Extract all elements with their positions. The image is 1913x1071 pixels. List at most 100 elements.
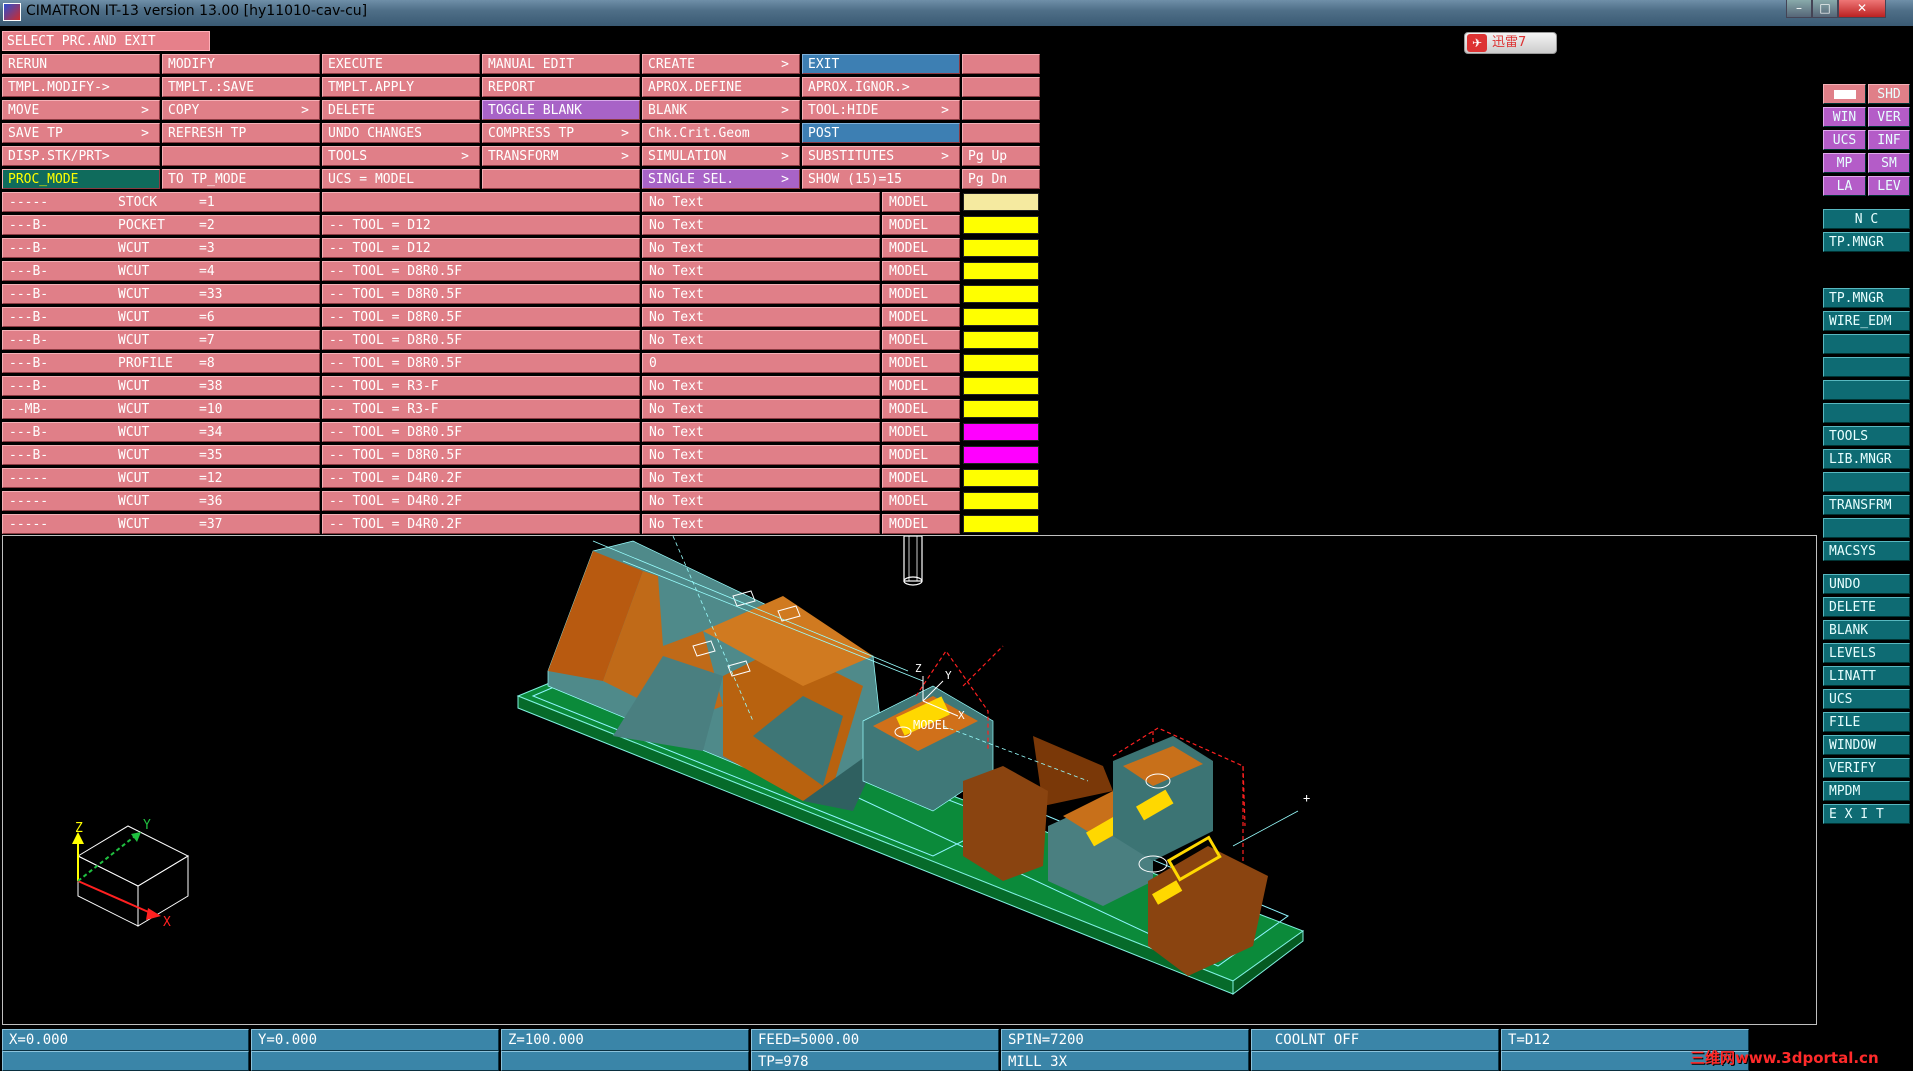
ver-button[interactable]: VER [1868,107,1910,127]
win-button[interactable]: WIN [1823,107,1866,127]
tp-mngr-button[interactable]: TP.MNGR [1823,232,1910,252]
procedure-row[interactable]: --MB- WCUT =10 [2,399,320,419]
procedure-color-swatch[interactable] [963,262,1039,280]
delete-panel-button[interactable]: DELETE [1823,597,1910,617]
procedure-row[interactable]: ----- STOCK =1 [2,192,320,212]
tp-mngr-button-2[interactable]: TP.MNGR [1823,288,1910,308]
move-button[interactable]: MOVE > [2,100,160,120]
to-tp-mode-button[interactable]: TO TP_MODE [162,169,320,189]
create-button[interactable]: CREATE > [642,54,800,74]
procedure-row[interactable]: ---B- WCUT =3 [2,238,320,258]
minimize-button[interactable]: – [1786,0,1812,18]
mp-button[interactable]: MP [1823,153,1866,173]
procedure-row[interactable]: ----- WCUT =12 [2,468,320,488]
execute-button[interactable]: EXECUTE [322,54,480,74]
tmplt-apply-button[interactable]: TMPLT.APPLY [322,77,480,97]
linatt-button[interactable]: LINATT [1823,666,1910,686]
tool-hide-button[interactable]: TOOL:HIDE > [802,100,960,120]
procedure-color-swatch[interactable] [963,354,1039,372]
la-button[interactable]: LA [1823,176,1866,196]
modify-button[interactable]: MODIFY [162,54,320,74]
disp-stk-prt-button[interactable]: DISP.STK/PRT> [2,146,160,166]
maximize-button[interactable]: □ [1812,0,1838,18]
procedure-color-swatch[interactable] [963,377,1039,395]
copy-button[interactable]: COPY > [162,100,320,120]
procedure-color-swatch[interactable] [963,469,1039,487]
toggle-blank-button[interactable]: TOGGLE BLANK [482,100,640,120]
lev-button[interactable]: LEV [1868,176,1910,196]
procedure-color-swatch[interactable] [963,515,1039,533]
shd-button[interactable]: SHD [1868,84,1910,104]
undo-button[interactable]: UNDO [1823,574,1910,594]
exit-panel-button[interactable]: E X I T [1823,804,1910,824]
procedure-color-swatch[interactable] [963,446,1039,464]
window-button[interactable]: WINDOW [1823,735,1910,755]
refresh-tp-button[interactable]: REFRESH TP [162,123,320,143]
procedure-row[interactable]: ---B- PROFILE =8 [2,353,320,373]
procedure-row[interactable]: ---B- WCUT =38 [2,376,320,396]
procedure-row[interactable]: ---B- WCUT =33 [2,284,320,304]
procedure-color-swatch[interactable] [963,285,1039,303]
procedure-color-swatch[interactable] [963,492,1039,510]
proc-mode-button[interactable]: PROC_MODE [2,169,160,189]
blank-button[interactable]: BLANK > [642,100,800,120]
procedure-row[interactable]: ----- WCUT =37 [2,514,320,534]
ucs-view-button[interactable]: UCS [1823,130,1866,150]
single-sel-button[interactable]: SINGLE SEL. > [642,169,800,189]
levels-button[interactable]: LEVELS [1823,643,1910,663]
nc-button[interactable]: N C [1823,209,1910,229]
transform-button[interactable]: TRANSFORM > [482,146,640,166]
procedure-color-swatch[interactable] [963,331,1039,349]
xunlei-tray-widget[interactable]: ✈ 迅雷7 [1464,32,1557,54]
procedure-color-swatch[interactable] [963,239,1039,257]
tools-button[interactable]: TOOLS > [322,146,480,166]
tools-panel-button[interactable]: TOOLS [1823,426,1910,446]
page-up-button[interactable]: Pg Up [962,146,1040,166]
procedure-row[interactable]: ---B- WCUT =35 [2,445,320,465]
color-toggle-button[interactable] [1823,84,1866,104]
aprox-define-button[interactable]: APROX.DEFINE [642,77,800,97]
macsys-button[interactable]: MACSYS [1823,541,1910,561]
inf-button[interactable]: INF [1868,130,1910,150]
procedure-row[interactable]: ---B- WCUT =7 [2,330,320,350]
blank-panel-button[interactable]: BLANK [1823,620,1910,640]
procedure-color-swatch[interactable] [963,216,1039,234]
close-button[interactable]: ✕ [1838,0,1886,18]
wire-edm-button[interactable]: WIRE_EDM [1823,311,1910,331]
procedure-row[interactable]: ----- WCUT =36 [2,491,320,511]
procedure-row[interactable]: ---B- POCKET =2 [2,215,320,235]
procedure-color-swatch[interactable] [963,308,1039,326]
ucs-panel-button[interactable]: UCS [1823,689,1910,709]
compress-tp-button[interactable]: COMPRESS TP > [482,123,640,143]
procedure-color-swatch[interactable] [963,400,1039,418]
undo-changes-button[interactable]: UNDO CHANGES [322,123,480,143]
substitutes-button[interactable]: SUBSTITUTES > [802,146,960,166]
procedure-row[interactable]: ---B- WCUT =6 [2,307,320,327]
3d-viewport[interactable]: Z Y X MODEL + Z Y X [2,535,1817,1025]
exit-button[interactable]: EXIT [802,54,960,74]
page-down-button[interactable]: Pg Dn [962,169,1040,189]
sm-button[interactable]: SM [1868,153,1910,173]
save-tp-button[interactable]: SAVE TP > [2,123,160,143]
post-button[interactable]: POST [802,123,960,143]
verify-button[interactable]: VERIFY [1823,758,1910,778]
tmplt-save-button[interactable]: TMPLT.:SAVE [162,77,320,97]
rerun-button[interactable]: RERUN [2,54,160,74]
aprox-ignor-button[interactable]: APROX.IGNOR.> [802,77,960,97]
lib-mngr-button[interactable]: LIB.MNGR [1823,449,1910,469]
report-button[interactable]: REPORT [482,77,640,97]
mpdm-button[interactable]: MPDM [1823,781,1910,801]
ucs-model-button[interactable]: UCS = MODEL [322,169,480,189]
procedure-color-swatch[interactable] [963,193,1039,211]
transfrm-button[interactable]: TRANSFRM [1823,495,1910,515]
procedure-row[interactable]: ---B- WCUT =4 [2,261,320,281]
file-button[interactable]: FILE [1823,712,1910,732]
procedure-row[interactable]: ---B- WCUT =34 [2,422,320,442]
chk-crit-geom-button[interactable]: Chk.Crit.Geom [642,123,800,143]
manual-edit-button[interactable]: MANUAL EDIT [482,54,640,74]
tmpl-modify-button[interactable]: TMPL.MODIFY-> [2,77,160,97]
show-count-button[interactable]: SHOW (15)=15 [802,169,960,189]
delete-button[interactable]: DELETE [322,100,480,120]
procedure-color-swatch[interactable] [963,423,1039,441]
simulation-button[interactable]: SIMULATION > [642,146,800,166]
